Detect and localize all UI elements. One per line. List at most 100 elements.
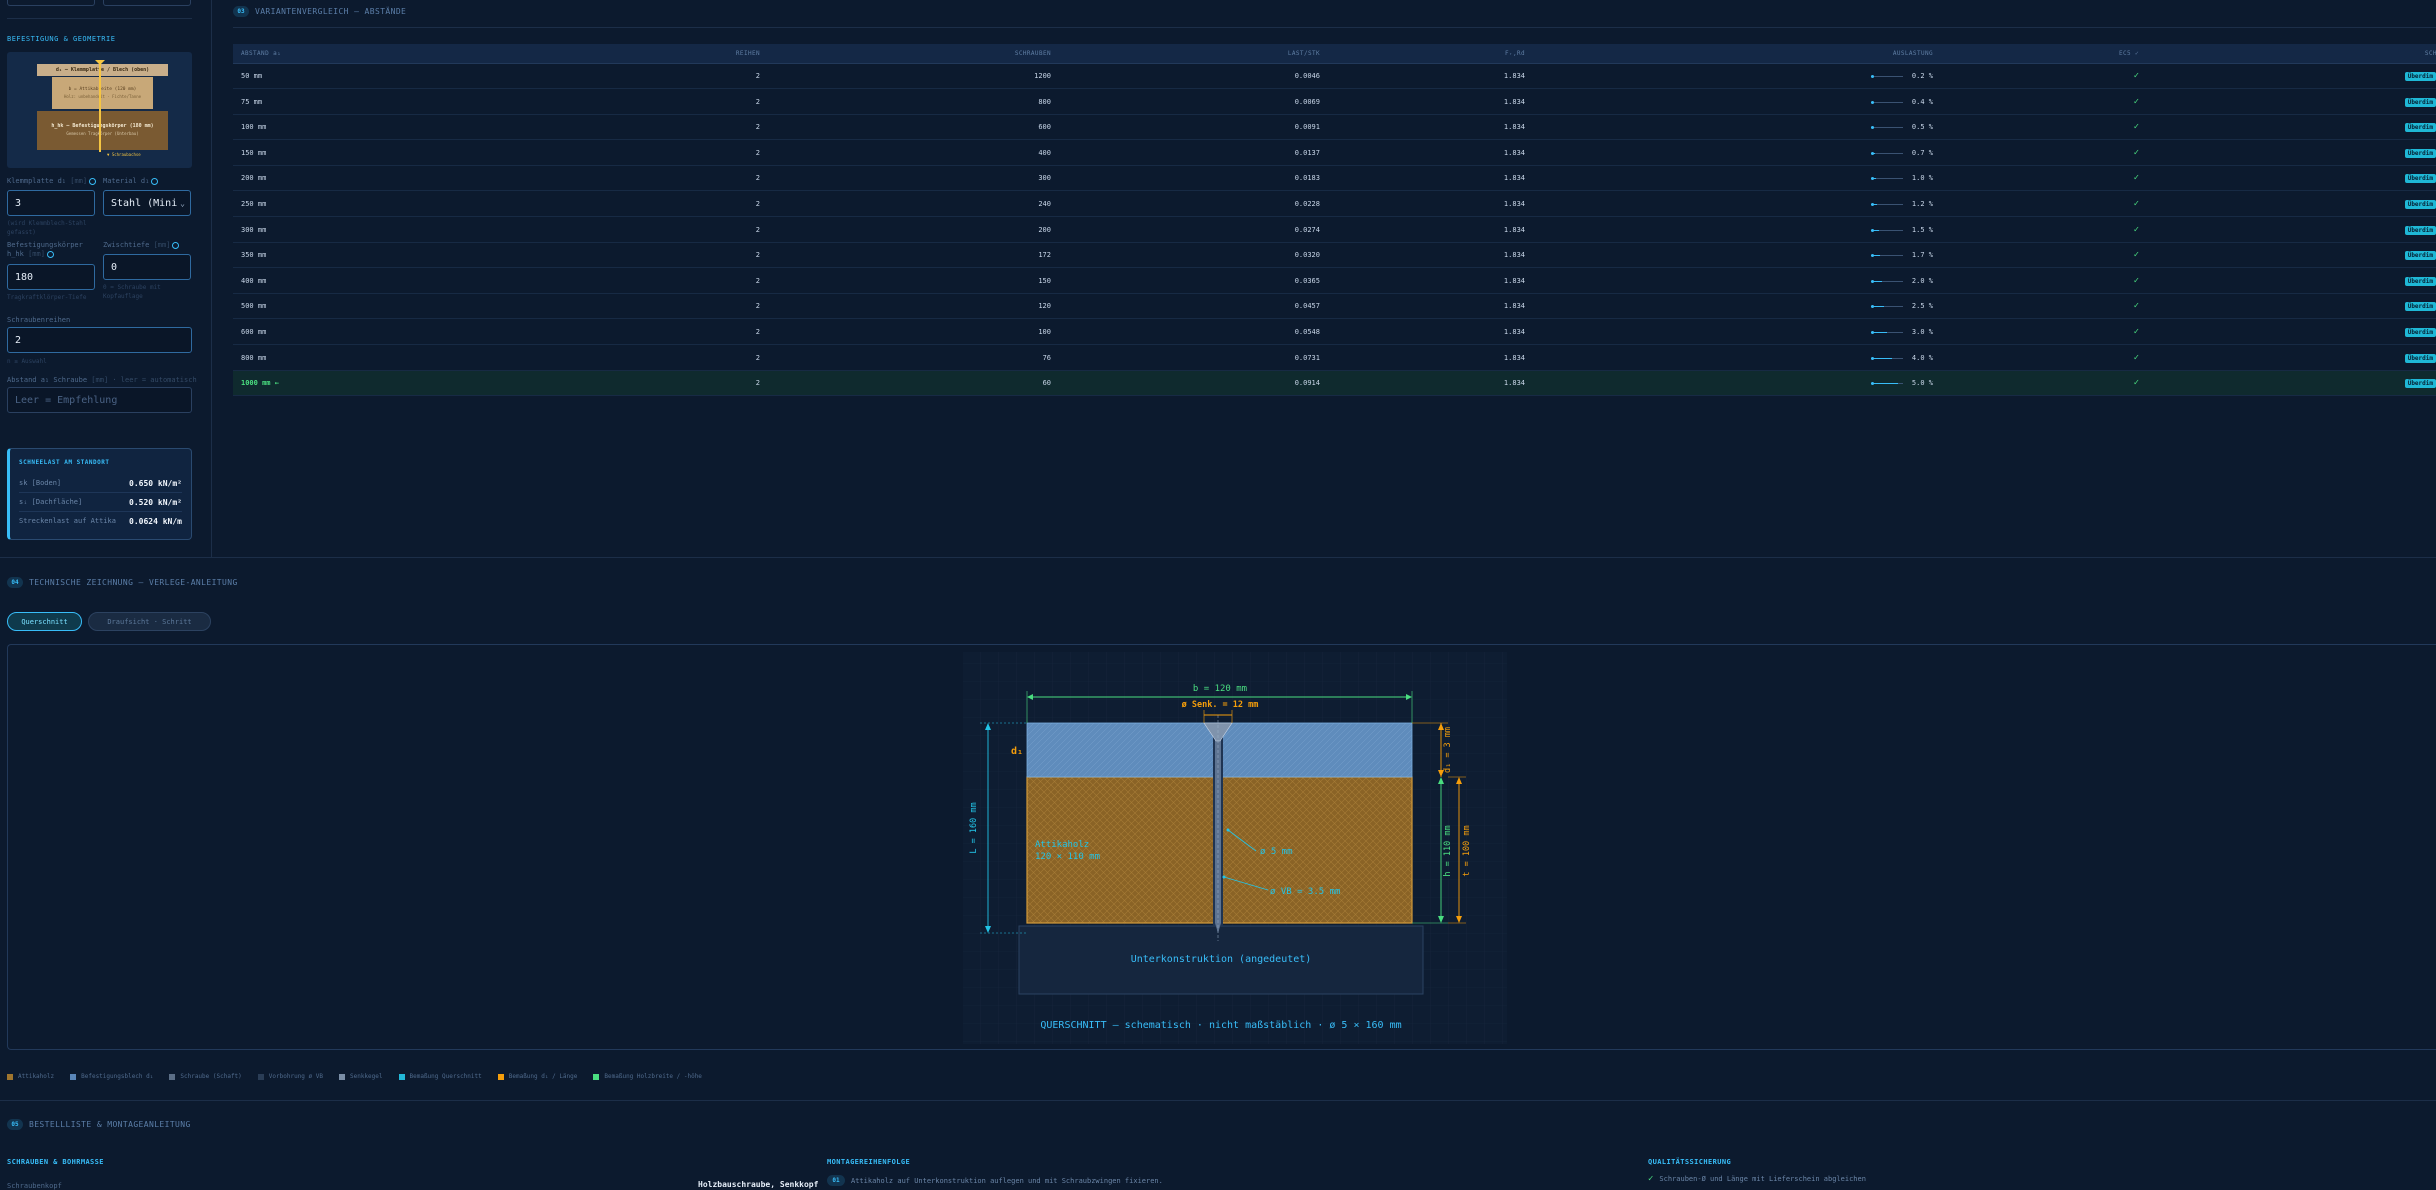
tab-querschnitt[interactable]: Querschnitt bbox=[7, 612, 82, 631]
table-row[interactable]: 1000 mm ← 2 60 0.0914 1.834 5.0 % ✓ Überdim bbox=[233, 371, 2436, 397]
snow-load-title: SCHNEELAST AM STANDORT bbox=[19, 459, 110, 466]
legend-item: Befestigungsblech d₁ bbox=[70, 1073, 153, 1080]
assembly-step: 01 Attikaholz auf Unterkonstruktion aufl… bbox=[827, 1175, 1163, 1186]
table-row[interactable]: 500 mm 2 120 0.0457 1.834 2.5 % ✓ Überdim bbox=[233, 294, 2436, 320]
gap-label: Zwischtiefe [mm] bbox=[103, 241, 180, 249]
check-icon: ✓ bbox=[2133, 301, 2139, 312]
screw-head-key: Schraubenkopf bbox=[7, 1182, 62, 1190]
screw-head-value: Holzbauschraube, Senkkopf bbox=[698, 1180, 819, 1189]
thumb-body: b = Attikabreite (120 mm) Holz: unbehand… bbox=[52, 77, 153, 109]
screw-diameter-label: ø 5 mm bbox=[1260, 847, 1293, 857]
status-badge: Überdim bbox=[2404, 200, 2436, 209]
legend-swatch bbox=[338, 1073, 345, 1080]
legend-swatch bbox=[593, 1073, 600, 1080]
drawing-title: TECHNISCHE ZEICHNUNG — VERLEGE-ANLEITUNG bbox=[29, 578, 238, 587]
table-row[interactable]: 200 mm 2 300 0.0183 1.834 1.0 % ✓ Überdim bbox=[233, 166, 2436, 192]
table-row[interactable]: 400 mm 2 150 0.0365 1.834 2.0 % ✓ Überdim bbox=[233, 269, 2436, 294]
top-input-stub[interactable] bbox=[7, 0, 95, 6]
geometry-thumbnail: d₁ — Klemmplatte / Blech (oben) b = Atti… bbox=[7, 52, 192, 168]
body-hint: Tragkraftklörper-Tiefe bbox=[7, 294, 87, 301]
klemm-hint: (wird Klemmblech-Stahl gefasst) bbox=[7, 220, 87, 236]
info-icon[interactable] bbox=[151, 177, 159, 185]
check-icon: ✓ bbox=[2133, 173, 2139, 184]
drawing-panel: Unterkonstruktion (angedeutet) Attikahol… bbox=[7, 644, 2436, 1050]
table-row[interactable]: 100 mm 2 600 0.0091 1.834 0.5 % ✓ Überdim bbox=[233, 115, 2436, 141]
legend-label: Bemaßung d₁ / Länge bbox=[508, 1073, 578, 1080]
legend-item: Bemaßung d₁ / Länge bbox=[497, 1073, 578, 1080]
wood-label: Attikaholz bbox=[1035, 840, 1089, 850]
legend-label: Bemaßung Querschnitt bbox=[409, 1073, 482, 1080]
status-badge: Überdim bbox=[2404, 328, 2436, 337]
check-icon: ✓ bbox=[2133, 147, 2139, 158]
tab-draufsicht[interactable]: Draufsicht · Schritt bbox=[88, 612, 211, 631]
klemm-input[interactable]: 3 bbox=[7, 190, 95, 216]
legend-label: Schraube (Schaft) bbox=[180, 1073, 242, 1080]
dim-senk-label: ø Senk. = 12 mm bbox=[1182, 700, 1259, 710]
rows-input[interactable]: 2 bbox=[7, 327, 192, 353]
body-label: Befestigungskörper h_hk [mm] bbox=[7, 241, 83, 258]
check-icon: ✓ bbox=[2133, 96, 2139, 107]
substructure-label: Unterkonstruktion (angedeutet) bbox=[1131, 954, 1312, 965]
section-badge: 03 bbox=[233, 6, 249, 17]
table-row[interactable]: 600 mm 2 100 0.0548 1.834 3.0 % ✓ Überdim bbox=[233, 320, 2436, 345]
legend-swatch bbox=[7, 1073, 13, 1080]
spacing-input[interactable]: Leer = Empfehlung bbox=[7, 387, 192, 413]
table-row[interactable]: 300 mm 2 200 0.0274 1.834 1.5 % ✓ Überdim bbox=[233, 218, 2436, 243]
rows-label: Schraubenreihen bbox=[7, 316, 71, 324]
col-header[interactable]: SCHRITT bbox=[233, 44, 2436, 63]
thumb-screw-axis bbox=[99, 60, 101, 152]
table-row[interactable]: 75 mm 2 800 0.0069 1.834 0.4 % ✓ Überdim bbox=[233, 90, 2436, 115]
variants-header: 03 VARIANTENVERGLEICH — ABSTÄNDE bbox=[233, 6, 406, 17]
snow-row: Streckenlast auf Attika 0.0624 kN/m bbox=[19, 517, 182, 526]
table-header: ABSTAND a₁ REIHEN SCHRAUBEN LAST/STK Fᵣ,… bbox=[233, 44, 2436, 64]
status-badge: Überdim bbox=[2404, 97, 2436, 107]
check-icon: ✓ bbox=[2133, 352, 2139, 363]
order-title: BESTELLLISTE & MONTAGEANLEITUNG bbox=[29, 1120, 191, 1129]
legend-item: Bemaßung Querschnitt bbox=[398, 1073, 482, 1080]
drawing-header: 04 TECHNISCHE ZEICHNUNG — VERLEGE-ANLEIT… bbox=[7, 577, 238, 588]
legend-label: Attikaholz bbox=[18, 1073, 55, 1080]
section-title-befestigung: BEFESTIGUNG & GEOMETRIE bbox=[7, 35, 116, 43]
table-row[interactable]: 250 mm 2 240 0.0228 1.834 1.2 % ✓ Überdim bbox=[233, 192, 2436, 217]
info-icon[interactable] bbox=[89, 177, 97, 185]
status-badge: Überdim bbox=[2404, 302, 2436, 312]
legend-item: Schraube (Schaft) bbox=[169, 1073, 242, 1080]
legend-item: Attikaholz bbox=[7, 1073, 54, 1080]
legend-item: Bemaßung Holzbreite / -höhe bbox=[593, 1073, 702, 1080]
dim-b-label: b = 120 mm bbox=[1193, 684, 1247, 694]
table-row[interactable]: 350 mm 2 172 0.0320 1.834 1.7 % ✓ Überdim bbox=[233, 243, 2436, 269]
predrill-label: ø VB = 3.5 mm bbox=[1270, 887, 1340, 897]
body-input[interactable]: 180 bbox=[7, 264, 95, 290]
check-icon: ✓ bbox=[2133, 275, 2139, 286]
gap-hint: 0 = Schraube mit Kopfauflage bbox=[103, 284, 161, 300]
gap-input[interactable]: 0 bbox=[103, 254, 191, 280]
status-badge: Überdim bbox=[2404, 353, 2436, 363]
status-badge: Überdim bbox=[2404, 148, 2436, 158]
table-row[interactable]: 150 mm 2 400 0.0137 1.834 0.7 % ✓ Überdim bbox=[233, 141, 2436, 166]
check-icon: ✓ bbox=[2133, 250, 2139, 261]
info-icon[interactable] bbox=[172, 241, 180, 249]
top-select-stub[interactable] bbox=[103, 0, 191, 6]
info-icon[interactable] bbox=[46, 250, 54, 258]
status-badge: Überdim bbox=[2404, 251, 2436, 261]
qa-item: ✓ Schrauben-Ø und Länge mit Lieferschein… bbox=[1648, 1174, 1866, 1184]
step-number: 01 bbox=[827, 1175, 845, 1186]
table-row[interactable]: 50 mm 2 1200 0.0046 1.834 0.2 % ✓ Überdim bbox=[233, 64, 2436, 89]
status-badge: Überdim bbox=[2404, 276, 2436, 286]
drawing-caption: QUERSCHNITT — schematisch · nicht maßstä… bbox=[1040, 1020, 1401, 1031]
thumb-plate: d₁ — Klemmplatte / Blech (oben) bbox=[37, 64, 168, 76]
thumb-foot: ▼ Schraubachse bbox=[107, 152, 141, 157]
check-icon: ✓ bbox=[2133, 224, 2139, 235]
legend-swatch bbox=[497, 1073, 504, 1080]
check-icon: ✓ bbox=[2133, 327, 2139, 337]
status-badge: Überdim bbox=[2404, 123, 2436, 133]
material-select[interactable]: Stahl (Mini ⌄ bbox=[103, 190, 191, 216]
qa-text: Schrauben-Ø und Länge mit Lieferschein a… bbox=[1659, 1175, 1866, 1183]
spacing-label: Abstand a₁ Schraube [mm] · leer = automa… bbox=[7, 376, 197, 384]
check-icon: ✓ bbox=[2133, 199, 2139, 209]
check-icon: ✓ bbox=[2133, 122, 2139, 133]
legend-swatch bbox=[398, 1073, 405, 1080]
table-row[interactable]: 800 mm 2 76 0.0731 1.834 4.0 % ✓ Überdim bbox=[233, 346, 2436, 371]
legend-label: Befestigungsblech d₁ bbox=[81, 1073, 154, 1080]
chevron-down-icon: ⌄ bbox=[180, 198, 185, 208]
